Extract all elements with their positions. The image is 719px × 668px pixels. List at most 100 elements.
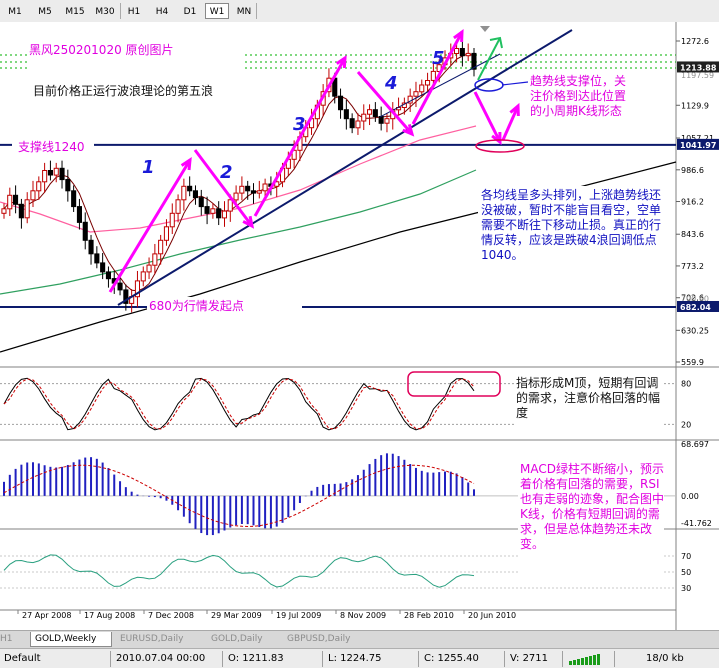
candle-body bbox=[94, 253, 100, 264]
candle-body bbox=[7, 194, 13, 210]
price-highlight-label: 1041.97 bbox=[680, 141, 716, 150]
candle-body bbox=[204, 206, 210, 214]
wave5-note: 目前价格正运行波浪理论的第五浪 bbox=[33, 84, 214, 98]
candle-body bbox=[454, 48, 460, 54]
symbol-tab[interactable]: GOLD,Daily bbox=[207, 632, 279, 647]
candle-body bbox=[378, 116, 384, 124]
candle-body bbox=[59, 167, 65, 181]
timeframe-h1[interactable]: H1 bbox=[122, 3, 146, 19]
candle-body bbox=[361, 113, 367, 122]
time-tick-label: 19 Jul 2009 bbox=[276, 611, 321, 620]
candle-body bbox=[146, 264, 152, 273]
candle-body bbox=[187, 185, 193, 192]
time-tick-label: 7 Dec 2008 bbox=[148, 611, 194, 620]
candle-body bbox=[372, 109, 378, 117]
status-divider bbox=[418, 651, 419, 667]
candle-body bbox=[192, 190, 198, 199]
symbol-tabs: H1 GOLD,Weekly EURUSD,Daily GOLD,Daily GBPUS… bbox=[0, 630, 719, 648]
status-volume: V: 2711 bbox=[510, 653, 549, 664]
terminal-window: { "toolbar": { "timeframes": [ {"label":… bbox=[0, 0, 719, 668]
candle-body bbox=[343, 109, 349, 120]
rsi-tick-label: 70 bbox=[681, 552, 691, 561]
candle-body bbox=[105, 271, 112, 280]
macd-note: MACD绿柱不断缩小，预示着价格有回落的需要，RSI也有走弱的迹象，配合图中K线… bbox=[520, 462, 665, 551]
candle-body bbox=[42, 170, 48, 183]
stoch-tick-label: 20 bbox=[681, 420, 691, 429]
timeframe-m30[interactable]: M30 bbox=[92, 3, 118, 19]
candle-body bbox=[100, 262, 106, 273]
chart-title: 黑风250201020 原创图片 bbox=[29, 43, 174, 57]
status-divider bbox=[110, 651, 111, 667]
candle-body bbox=[338, 95, 344, 111]
status-traffic: 18/0 kb bbox=[646, 653, 684, 664]
time-tick-label: 8 Nov 2009 bbox=[340, 611, 386, 620]
support-label-box: 支撑线1240 bbox=[12, 138, 94, 157]
status-divider bbox=[614, 651, 615, 667]
candle-body bbox=[367, 109, 373, 115]
wave5-note-box: 目前价格正运行波浪理论的第五浪 bbox=[27, 80, 245, 124]
timeframe-m5[interactable]: M5 bbox=[32, 3, 58, 19]
candle-body bbox=[425, 80, 431, 86]
timeframe-w1[interactable]: W1 bbox=[205, 3, 229, 19]
price-tick-label: 559.9 bbox=[681, 358, 704, 367]
symbol-tab[interactable]: GBPUSD,Daily bbox=[283, 632, 373, 647]
timeframe-mn[interactable]: MN bbox=[232, 3, 256, 19]
timeframe-m1[interactable]: M1 bbox=[2, 3, 28, 19]
status-divider bbox=[504, 651, 505, 667]
time-tick-label: 20 Jun 2010 bbox=[468, 611, 516, 620]
timeframe-m15[interactable]: M15 bbox=[62, 3, 88, 19]
status-divider bbox=[322, 651, 323, 667]
price-tick-label: 773.2 bbox=[681, 262, 704, 271]
candle-body bbox=[413, 91, 419, 97]
candle-body bbox=[158, 239, 164, 255]
candle-body bbox=[82, 221, 88, 241]
candle-body bbox=[239, 185, 245, 194]
candle-body bbox=[227, 199, 233, 212]
wave-label: 3 bbox=[293, 114, 306, 135]
candle-body bbox=[250, 190, 256, 194]
timeframe-h4[interactable]: H4 bbox=[150, 3, 174, 19]
price-tick-label: 916.2 bbox=[681, 198, 704, 207]
title-box: 黑风250201020 原创图片 bbox=[27, 40, 245, 82]
timeframe-d1[interactable]: D1 bbox=[178, 3, 202, 19]
price-tick-label: 1272.6 bbox=[681, 37, 709, 46]
candle-body bbox=[47, 170, 54, 176]
macd-tick-label: 68.697 bbox=[681, 440, 709, 449]
candle-body bbox=[65, 179, 71, 192]
toolbar-separator bbox=[120, 3, 121, 19]
wave-label: 1 bbox=[142, 157, 155, 178]
trend-support-note-box: 趋势线支撑位，关注价格到达此位置的小周期K线形态 bbox=[528, 72, 634, 136]
macd-tick-label: 0.00 bbox=[681, 492, 699, 501]
timeframe-toolbar: M1 M5 M15 M30 H1 H4 D1 W1 MN bbox=[0, 0, 719, 23]
start-label: 680为行情发起点 bbox=[149, 299, 244, 313]
price-tick-label: 986.6 bbox=[681, 166, 704, 175]
status-close: C: 1255.40 bbox=[424, 653, 479, 664]
candle-body bbox=[198, 197, 204, 208]
price-highlight-label: 682.04 bbox=[680, 303, 711, 312]
stoch-note: 指标形成M顶，短期有回调的需求，注意价格回落的幅度 bbox=[516, 376, 661, 420]
candle-body bbox=[262, 183, 268, 192]
candle-body bbox=[221, 210, 227, 219]
status-bar: Default 2010.07.04 00:00 O: 1211.83 L: 1… bbox=[0, 648, 719, 668]
candle-body bbox=[233, 192, 239, 201]
candle-body bbox=[245, 185, 251, 192]
candle-body bbox=[76, 206, 83, 223]
candle-body bbox=[18, 203, 24, 219]
candle-body bbox=[24, 199, 30, 219]
start-label-box: 680为行情发起点 bbox=[147, 297, 302, 316]
status-open: O: 1211.83 bbox=[228, 653, 284, 664]
trend-support-note: 趋势线支撑位，关注价格到达此位置的小周期K线形态 bbox=[530, 74, 627, 118]
symbol-tab[interactable]: H1 bbox=[0, 632, 24, 647]
candle-body bbox=[13, 194, 19, 205]
macd-note-box: MACD绿柱不断缩小，预示着价格有回落的需要，RSI也有走弱的迹象，配合图中K线… bbox=[518, 460, 664, 578]
candle-body bbox=[256, 190, 262, 194]
symbol-tab[interactable]: EURUSD,Daily bbox=[116, 632, 202, 647]
candle-body bbox=[88, 239, 94, 255]
time-tick-label: 17 Aug 2008 bbox=[84, 611, 135, 620]
symbol-tab[interactable]: GOLD,Weekly bbox=[30, 632, 112, 647]
connection-bars-icon bbox=[568, 653, 608, 665]
time-tick-label: 28 Feb 2010 bbox=[404, 611, 454, 620]
candle-body bbox=[117, 282, 123, 291]
status-datetime: 2010.07.04 00:00 bbox=[116, 653, 206, 664]
wave-label: 4 bbox=[384, 73, 398, 94]
